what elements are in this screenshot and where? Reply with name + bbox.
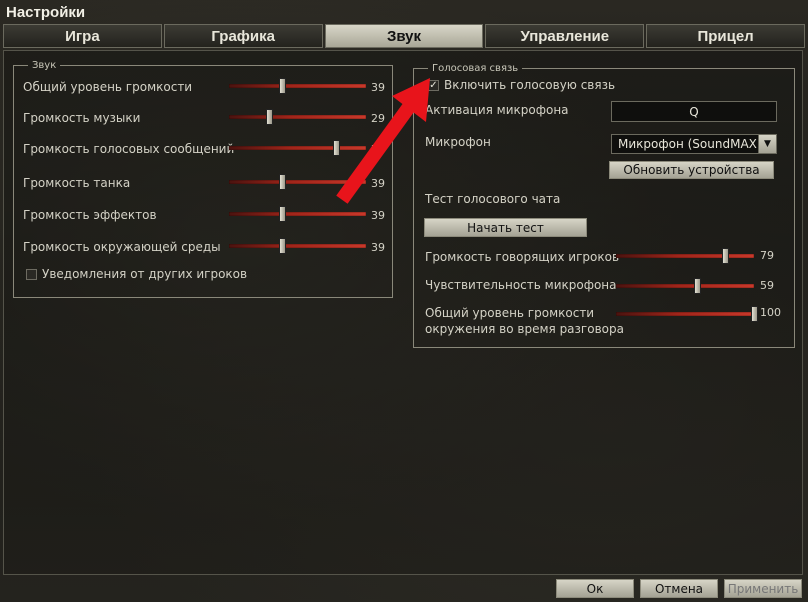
microphone-select[interactable]: Микрофон (SoundMAX Inl ▼ — [611, 134, 777, 154]
speaking-players-volume-value: 79 — [760, 249, 774, 262]
tab-reticle[interactable]: Прицел — [646, 24, 805, 48]
tab-game[interactable]: Игра — [3, 24, 162, 48]
voice-test-label: Тест голосового чата — [425, 192, 561, 206]
slider-thumb[interactable] — [279, 206, 287, 222]
speaking-players-volume-label: Громкость говорящих игроков — [425, 250, 620, 264]
ambient-volume-slider[interactable] — [229, 238, 366, 254]
effects-volume-label: Громкость эффектов — [23, 208, 157, 222]
window-title: Настройки — [6, 4, 86, 21]
refresh-devices-button[interactable]: Обновить устройства — [609, 161, 774, 179]
voice-chat-legend: Голосовая связь — [432, 63, 519, 74]
speaking-players-volume-slider[interactable] — [616, 248, 754, 264]
sound-group-legend: Звук — [32, 60, 57, 71]
slider-thumb[interactable] — [265, 109, 273, 125]
effects-volume-value: 39 — [371, 209, 385, 222]
mic-sensitivity-label: Чувствительность микрофона — [425, 278, 617, 292]
ok-button[interactable]: Ок — [556, 579, 634, 598]
slider-thumb[interactable] — [722, 248, 730, 264]
tab-sound[interactable]: Звук — [324, 24, 484, 48]
tab-bar: Игра Графика Звук Управление Прицел — [3, 24, 805, 50]
mic-activation-label: Активация микрофона — [425, 103, 569, 117]
mic-sensitivity-value: 59 — [760, 279, 774, 292]
start-test-button[interactable]: Начать тест — [424, 218, 587, 237]
effects-volume-slider[interactable] — [229, 206, 366, 222]
ambient-during-talk-label-line2: окружения во время разговора — [425, 322, 624, 336]
slider-thumb[interactable] — [751, 306, 758, 322]
enable-voice-label: Включить голосовую связь — [444, 78, 616, 92]
notifications-checkbox[interactable] — [26, 269, 37, 280]
apply-button[interactable]: Применить — [724, 579, 802, 598]
mic-activation-key-field[interactable]: Q — [611, 101, 777, 122]
tab-graphics[interactable]: Графика — [163, 24, 323, 48]
ambient-volume-value: 39 — [371, 241, 385, 254]
ambient-volume-label: Громкость окружающей среды — [23, 240, 221, 254]
slider-thumb[interactable] — [279, 78, 287, 94]
slider-thumb[interactable] — [694, 278, 702, 294]
annotation-arrow — [336, 78, 430, 204]
microphone-select-value: Микрофон (SoundMAX Inl — [618, 137, 776, 151]
tank-volume-label: Громкость танка — [23, 176, 131, 190]
mic-sensitivity-slider[interactable] — [616, 278, 754, 294]
music-volume-label: Громкость музыки — [23, 111, 141, 125]
tab-controls[interactable]: Управление — [485, 24, 645, 48]
ambient-during-talk-label-line1: Общий уровень громкости — [425, 306, 595, 320]
notifications-label: Уведомления от других игроков — [42, 267, 248, 281]
slider-thumb[interactable] — [279, 238, 287, 254]
voice-messages-volume-label: Громкость голосовых сообщений — [23, 142, 235, 156]
chevron-down-icon[interactable]: ▼ — [758, 135, 776, 153]
master-volume-label: Общий уровень громкости — [23, 80, 193, 94]
ambient-during-talk-value: 100 — [760, 306, 781, 319]
cancel-button[interactable]: Отмена — [640, 579, 718, 598]
slider-thumb[interactable] — [279, 174, 287, 190]
ambient-during-talk-slider[interactable] — [616, 306, 758, 322]
